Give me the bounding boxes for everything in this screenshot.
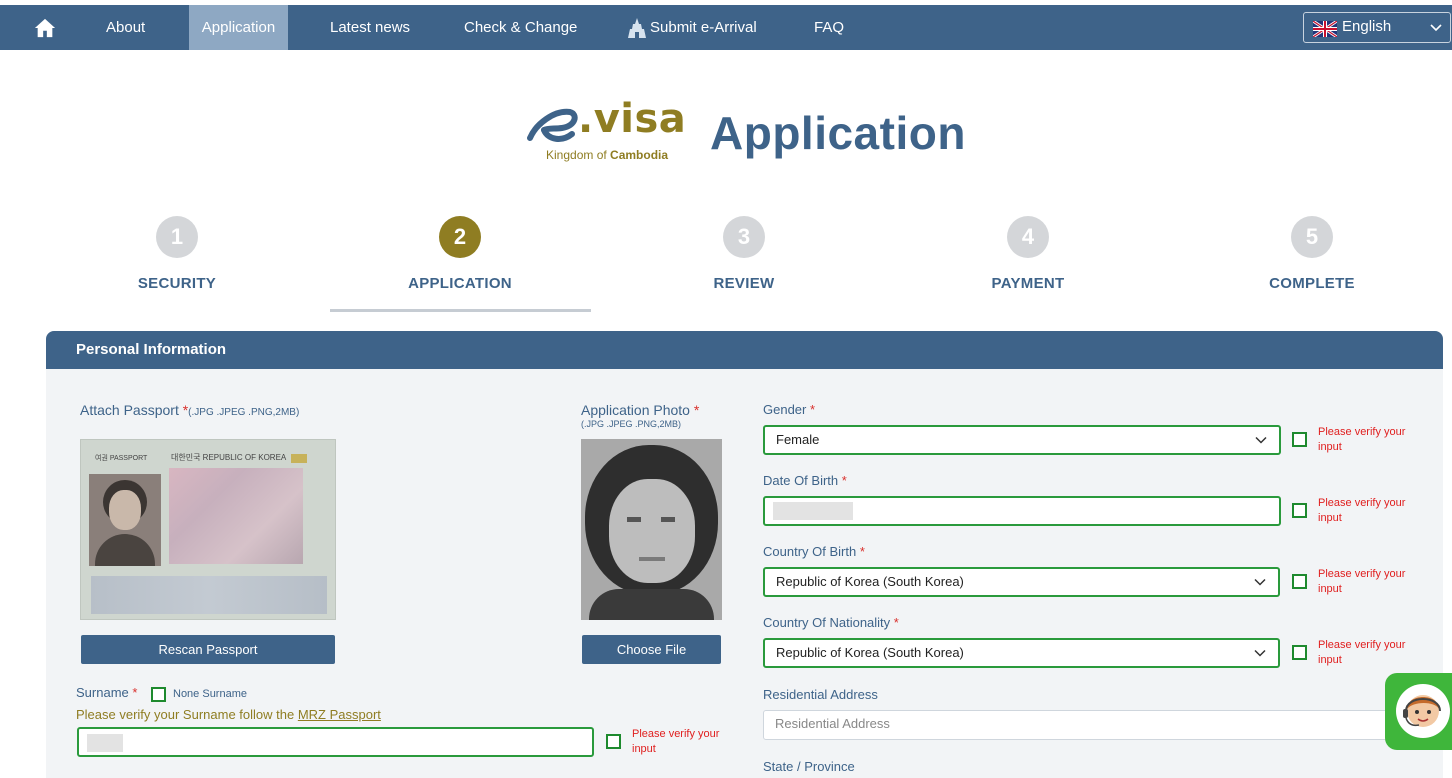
application-photo-image [581,439,722,620]
step-number: 4 [1007,216,1049,258]
chevron-down-icon [1254,578,1266,586]
nav-about[interactable]: About [106,5,145,50]
gender-select[interactable]: Female [763,425,1281,455]
country-of-birth-select[interactable]: Republic of Korea (South Korea) [763,567,1280,597]
none-surname-checkbox[interactable] [151,687,166,702]
active-step-indicator [330,309,591,312]
gender-verify-text: Please verify your input [1318,426,1406,453]
step-number: 5 [1291,216,1333,258]
dob-label: Date Of Birth * [763,473,847,488]
gender-value: Female [776,432,820,447]
country-of-nationality-verify-text: Please verify your input [1318,639,1406,666]
evisa-logo: .visa Kingdom of Cambodia [526,96,691,164]
gender-verify-checkbox[interactable] [1292,432,1307,447]
residential-address-input[interactable]: Residential Address [763,710,1403,740]
application-photo-formats: (.JPG .JPEG .PNG,2MB) [581,419,682,429]
surname-hint: Please verify your Surname follow the MR… [76,707,381,722]
panel-title: Personal Information [46,331,1443,369]
country-of-nationality-label: Country Of Nationality * [763,615,899,630]
dob-input[interactable] [763,496,1281,526]
country-of-birth-value: Republic of Korea (South Korea) [776,574,964,589]
state-province-label: State / Province [763,759,855,774]
passport-mrz-redacted [91,576,327,614]
nav-check-change[interactable]: Check & Change [464,5,577,50]
passport-redacted-area [169,468,303,564]
country-of-nationality-value: Republic of Korea (South Korea) [776,645,964,660]
passport-header-right: 대한민국 REPUBLIC OF KOREA [171,453,287,462]
passport-label: Attach Passport *(.JPG .JPEG .PNG,2MB) [80,402,300,418]
choose-file-button[interactable]: Choose File [582,635,721,664]
surname-input[interactable] [77,727,594,757]
step-application: 2 APPLICATION [360,216,560,292]
chevron-down-icon [1255,436,1267,444]
passport-chip-icon [291,454,307,463]
nav-submit-e-arrival[interactable]: Submit e-Arrival [650,5,757,50]
dob-verify-text: Please verify your input [1318,497,1406,524]
logo-subtitle: Kingdom of Cambodia [546,148,669,162]
gender-label: Gender * [763,402,816,417]
page-title: Application [710,107,966,159]
passport-portrait [89,474,161,566]
step-label: PAYMENT [991,275,1065,292]
nav-application[interactable]: Application [189,5,288,50]
chevron-down-icon [1430,24,1442,32]
step-label: SECURITY [137,275,217,292]
step-complete: 5 COMPLETE [1212,216,1412,292]
chevron-down-icon [1254,649,1266,657]
step-review: 3 REVIEW [644,216,844,292]
dob-verify-checkbox[interactable] [1292,503,1307,518]
surname-verify-checkbox[interactable] [606,734,621,749]
step-security: 1 SECURITY [77,216,277,292]
support-agent-icon [1396,684,1450,738]
temple-icon [628,18,646,38]
step-number: 1 [156,216,198,258]
rescan-passport-button[interactable]: Rescan Passport [81,635,335,664]
uk-flag-icon [1313,21,1337,37]
step-number: 3 [723,216,765,258]
step-label: REVIEW [713,275,775,292]
redacted-value [773,502,853,520]
language-select[interactable]: English [1303,12,1451,43]
step-label: COMPLETE [1269,275,1355,292]
home-icon[interactable] [34,17,56,39]
none-surname-label: None Surname [173,688,247,700]
surname-verify-text: Please verify your input [632,728,720,755]
nav-faq[interactable]: FAQ [814,5,844,50]
redacted-value [87,734,123,752]
residential-address-label: Residential Address [763,687,878,702]
country-of-nationality-select[interactable]: Republic of Korea (South Korea) [763,638,1280,668]
application-photo-label: Application Photo * [581,402,700,418]
step-payment: 4 PAYMENT [928,216,1128,292]
country-of-birth-label: Country Of Birth * [763,544,865,559]
nav-latest-news[interactable]: Latest news [330,5,410,50]
country-of-birth-verify-text: Please verify your input [1318,568,1406,595]
mrz-passport-link[interactable]: MRZ Passport [298,707,381,722]
country-of-birth-verify-checkbox[interactable] [1292,574,1307,589]
step-number: 2 [439,216,481,258]
logo-brand-text: .visa [578,96,687,142]
country-of-nationality-verify-checkbox[interactable] [1292,645,1307,660]
passport-image: 여권 PASSPORT 대한민국 REPUBLIC OF KOREA [80,439,336,620]
top-nav: About Application Latest news Check & Ch… [0,5,1452,50]
language-label: English [1342,18,1392,35]
step-label: APPLICATION [408,275,512,292]
passport-header-left: 여권 PASSPORT [95,455,148,462]
surname-label: Surname * [76,685,138,700]
support-chat-button[interactable] [1385,673,1452,750]
